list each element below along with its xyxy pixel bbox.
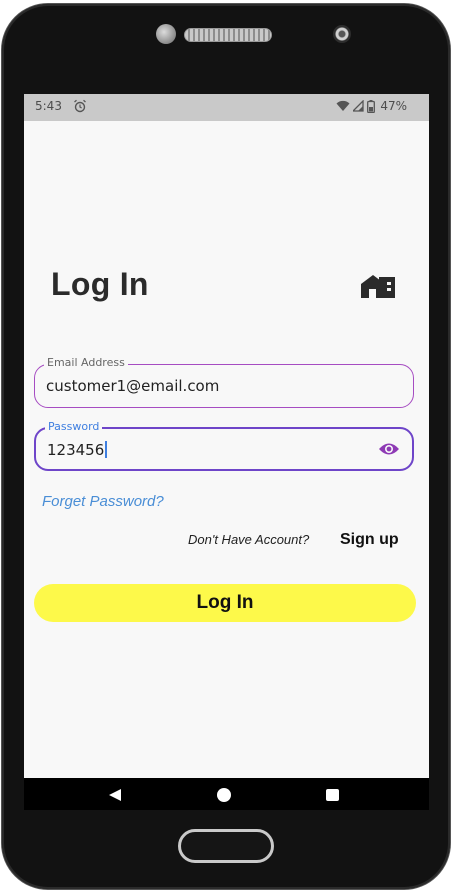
password-field[interactable]: Password 123456 [34,420,414,471]
sign-up-link[interactable]: Sign up [340,531,399,549]
hardware-home-button[interactable] [178,829,274,863]
email-field-value[interactable]: customer1@email.com [46,377,219,395]
status-indicators: 47% [336,99,407,113]
front-sensor [156,24,176,44]
eye-icon[interactable] [378,441,400,457]
account-prompt: Don't Have Account? [188,532,310,547]
text-caret [105,441,107,458]
page-title: Log In [51,266,149,302]
wifi-icon [336,100,350,111]
forget-password-link[interactable]: Forget Password? [42,493,164,510]
cell-signal-icon [353,100,364,112]
battery-percent: 47% [380,99,407,113]
email-field-label: Email Address [44,356,128,369]
status-bar: 5:43 47% [24,94,429,121]
app-screen: 5:43 47% Log In Email Address customer1@… [24,94,429,778]
earpiece-speaker [184,28,272,42]
front-camera-icon [333,25,351,43]
home-circle-icon[interactable] [217,788,231,802]
password-field-text: 123456 [47,441,105,459]
login-button[interactable]: Log In [34,584,416,622]
battery-icon [367,99,376,113]
status-time: 5:43 [35,99,62,113]
recents-icon[interactable] [326,789,339,801]
alarm-icon [74,99,86,113]
password-field-label: Password [45,420,103,433]
home-icon [361,275,395,298]
android-nav-bar [24,778,429,810]
back-icon[interactable] [108,788,122,802]
password-field-value[interactable]: 123456 [47,441,107,459]
email-field[interactable]: Email Address customer1@email.com [34,356,414,408]
